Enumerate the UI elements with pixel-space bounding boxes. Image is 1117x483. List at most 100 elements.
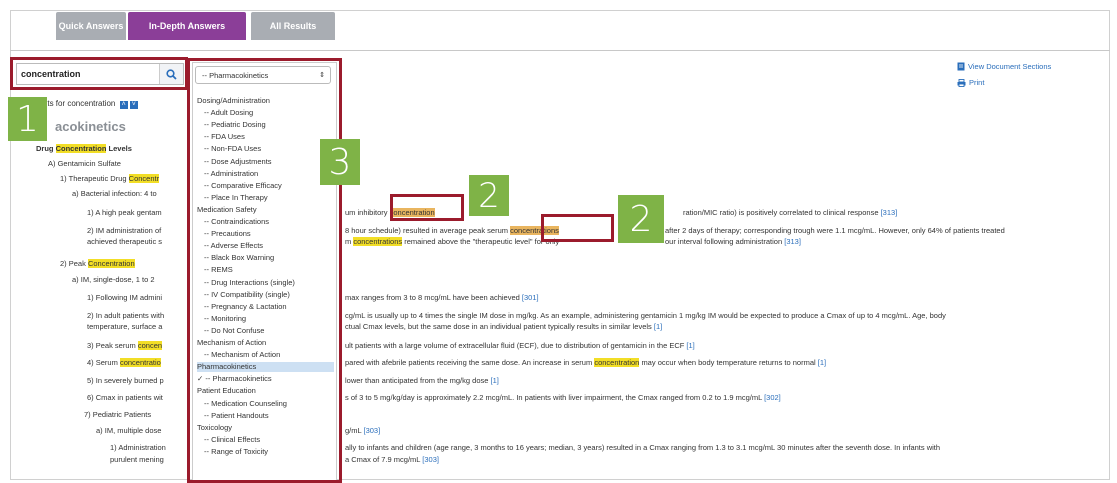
- collapse-all-icon[interactable]: ˄: [119, 101, 128, 109]
- section-heading: acokinetics: [55, 119, 126, 134]
- document-icon: [957, 62, 965, 71]
- search-field: [16, 63, 184, 85]
- subheading: Drug Concentration Levels: [36, 144, 132, 153]
- dropdown-option[interactable]: -- Pediatric Dosing: [197, 120, 334, 130]
- dropdown-option[interactable]: Toxicology: [197, 423, 334, 433]
- content-line: lower than anticipated from the mg/kg do…: [345, 376, 499, 385]
- dropdown-option[interactable]: -- Do Not Confuse: [197, 326, 334, 336]
- content-line: ult patients with a large volume of extr…: [345, 341, 695, 350]
- view-sections-link[interactable]: View Document Sections: [957, 62, 1051, 71]
- tab-in-depth-answers[interactable]: In-Depth Answers: [128, 12, 246, 40]
- content-line: A) Gentamicin Sulfate: [48, 159, 121, 168]
- dropdown-option[interactable]: -- Non-FDA Uses: [197, 144, 334, 154]
- content-line: 2) IM administration of: [87, 226, 162, 235]
- expand-all-icon[interactable]: ˅: [129, 101, 138, 109]
- tab-all-results[interactable]: All Results: [251, 12, 335, 40]
- dropdown-option[interactable]: -- Clinical Effects: [197, 435, 334, 445]
- dropdown-option[interactable]: -- Mechanism of Action: [197, 350, 334, 360]
- content-line: 8 hour schedule) resulted in average pea…: [345, 226, 559, 235]
- content-line: 6) Cmax in patients wit: [87, 393, 163, 402]
- content-line: 2) In adult patients with: [87, 311, 165, 320]
- print-label: Print: [969, 78, 985, 87]
- content-line: a) Bacterial infection: 4 to: [72, 189, 157, 198]
- content-line: 1) Following IM admini: [87, 293, 163, 302]
- content-line: our interval following administration [3…: [665, 237, 801, 246]
- content-line: ctual Cmax levels, but the same dose in …: [345, 322, 663, 331]
- content-line: ration/MIC ratio) is positively correlat…: [683, 208, 898, 217]
- ref-link[interactable]: [301]: [522, 293, 539, 302]
- content-line: s of 3 to 5 mg/kg/day is approximately 2…: [345, 393, 781, 402]
- section-select-value: -- Pharmacokinetics: [202, 71, 269, 80]
- dropdown-option[interactable]: -- IV Compatibility (single): [197, 290, 334, 300]
- dropdown-option[interactable]: -- Monitoring: [197, 314, 334, 324]
- ref-link[interactable]: [303]: [422, 455, 439, 464]
- content-line: 1) Therapeutic Drug Concentr: [60, 174, 160, 183]
- search-icon: [166, 68, 177, 80]
- ref-link[interactable]: [1]: [818, 358, 826, 367]
- content-line: a Cmax of 7.9 mcg/mL [303]: [345, 455, 439, 464]
- content-line: 1) Administration: [110, 443, 166, 452]
- dropdown-option[interactable]: Patient Education: [197, 386, 334, 396]
- ref-link[interactable]: [1]: [686, 341, 694, 350]
- dropdown-option[interactable]: -- Dose Adjustments: [197, 157, 334, 167]
- dropdown-option[interactable]: -- Pregnancy & Lactation: [197, 302, 334, 312]
- ref-link[interactable]: [1]: [491, 376, 499, 385]
- ref-link[interactable]: [313]: [784, 237, 801, 246]
- dropdown-option[interactable]: -- Patient Handouts: [197, 411, 334, 421]
- dropdown-option[interactable]: -- Administration: [197, 169, 334, 179]
- print-link[interactable]: Print: [957, 78, 1051, 87]
- dropdown-option[interactable]: -- Adverse Effects: [197, 241, 334, 251]
- content-line: 1) A high peak gentam: [87, 208, 162, 217]
- callout-number-3: 3: [320, 139, 360, 185]
- dropdown-option[interactable]: Mechanism of Action: [197, 338, 334, 348]
- dropdown-option[interactable]: -- REMS: [197, 265, 334, 275]
- dropdown-option[interactable]: -- Comparative Efficacy: [197, 181, 334, 191]
- dropdown-option[interactable]: -- Black Box Warning: [197, 253, 334, 263]
- subheading-highlight: Concentration: [55, 144, 107, 153]
- content-line: achieved therapeutic s: [87, 237, 163, 246]
- ref-link[interactable]: [302]: [764, 393, 781, 402]
- dropdown-option[interactable]: ✓ -- Pharmacokinetics: [197, 374, 334, 384]
- content-line: g/mL [303]: [345, 426, 381, 435]
- search-button[interactable]: [159, 64, 183, 84]
- view-sections-label: View Document Sections: [968, 62, 1052, 71]
- content-line: purulent mening: [110, 455, 164, 464]
- search-input[interactable]: [21, 65, 161, 83]
- content-line: m concentrations remained above the "the…: [345, 237, 560, 246]
- dropdown-option[interactable]: -- Range of Toxicity: [197, 447, 334, 457]
- content-line: cg/mL is usually up to 4 times the singl…: [345, 311, 946, 320]
- print-icon: [957, 78, 966, 87]
- content-line: temperature, surface a: [87, 322, 163, 331]
- content-line: max ranges from 3 to 8 mcg/mL have been …: [345, 293, 539, 302]
- dropdown-option[interactable]: -- Drug Interactions (single): [197, 278, 334, 288]
- content-line: um inhibitory concentration: [345, 208, 435, 217]
- dropdown-option[interactable]: -- Medication Counseling: [197, 399, 334, 409]
- content-line: 5) In severely burned p: [87, 376, 164, 385]
- ref-link[interactable]: [313]: [881, 208, 898, 217]
- content-line: 2) Peak Concentration: [60, 259, 135, 268]
- callout-number-1: 1: [8, 97, 47, 141]
- dropdown-option[interactable]: Pharmacokinetics: [197, 362, 334, 373]
- dropdown-option[interactable]: Dosing/Administration: [197, 96, 334, 106]
- content-line: 4) Serum concentratio: [87, 358, 161, 367]
- content-line: a) IM, single-dose, 1 to 2: [72, 275, 155, 284]
- subheading-prefix: Drug: [36, 144, 54, 153]
- document-links: View Document Sections Print: [957, 62, 1051, 87]
- dropdown-option[interactable]: -- Contraindications: [197, 217, 334, 227]
- dropdown-option[interactable]: -- Adult Dosing: [197, 108, 334, 118]
- dropdown-option[interactable]: -- Place In Therapy: [197, 193, 334, 203]
- ref-link[interactable]: [303]: [364, 426, 381, 435]
- content-line: ally to infants and children (age range,…: [345, 443, 941, 452]
- section-select[interactable]: -- Pharmacokinetics ⇕: [195, 66, 331, 84]
- dropdown-option[interactable]: -- Precautions: [197, 229, 334, 239]
- dropdown-option[interactable]: Medication Safety: [197, 205, 334, 215]
- callout-number-2: 2: [469, 175, 509, 216]
- tab-quick-answers[interactable]: Quick Answers: [56, 12, 126, 40]
- content-line: a) IM, multiple dose: [96, 426, 162, 435]
- subheading-suffix: Levels: [108, 144, 132, 153]
- callout-number-2b: 2: [618, 195, 664, 243]
- ref-link[interactable]: [1]: [654, 322, 662, 331]
- content-line: 3) Peak serum concen: [87, 341, 163, 350]
- content-line: after 2 days of therapy; corresponding t…: [665, 226, 1005, 235]
- dropdown-option[interactable]: -- FDA Uses: [197, 132, 334, 142]
